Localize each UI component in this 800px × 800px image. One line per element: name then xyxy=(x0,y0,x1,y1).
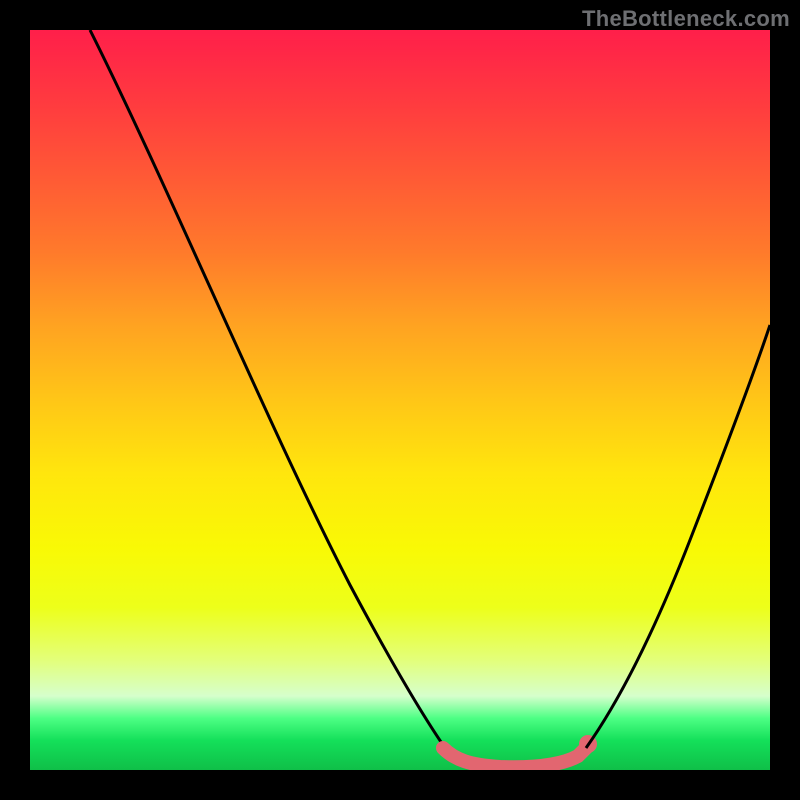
chart-frame: TheBottleneck.com xyxy=(0,0,800,800)
curve-svg xyxy=(30,30,770,770)
left-curve xyxy=(90,30,450,755)
valley-floor xyxy=(443,746,588,767)
watermark-text: TheBottleneck.com xyxy=(582,6,790,32)
right-curve xyxy=(586,325,770,748)
plot-area xyxy=(30,30,770,770)
